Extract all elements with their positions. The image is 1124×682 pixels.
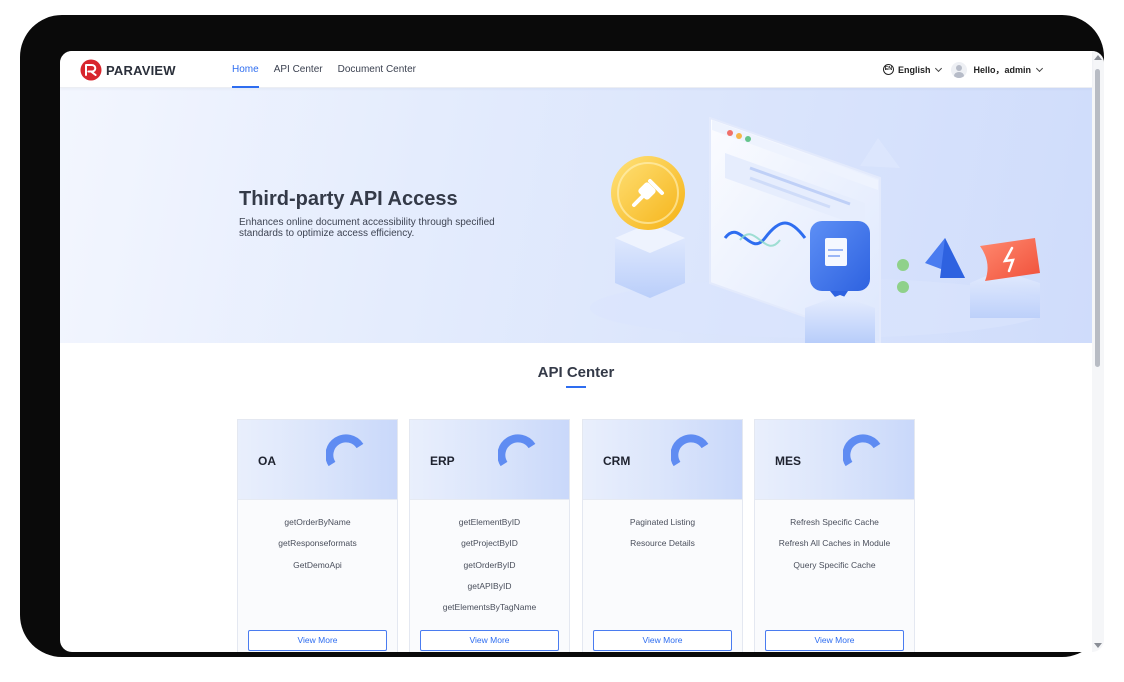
ring-decoration-icon (671, 434, 709, 467)
api-list-item[interactable]: Refresh Specific Cache (755, 512, 914, 533)
chevron-down-icon (1035, 64, 1044, 72)
section-title-underline (566, 386, 586, 388)
card-header: MES (755, 420, 914, 500)
hero-banner: Third-party API Access Enhances online d… (60, 88, 1092, 343)
api-list: getOrderByName getResponseformats GetDem… (238, 500, 397, 576)
scrollbar-thumb[interactable] (1095, 69, 1100, 367)
api-list-item[interactable]: Resource Details (583, 533, 742, 554)
brand-logo[interactable]: PARAVIEW (80, 59, 176, 81)
scroll-up-arrow-icon[interactable] (1094, 55, 1102, 60)
card-title: OA (258, 454, 276, 468)
card-header: CRM (583, 420, 742, 500)
card-title: ERP (430, 454, 455, 468)
api-list-item[interactable]: getProjectByID (410, 533, 569, 554)
view-more-button[interactable]: View More (765, 630, 904, 651)
view-more-button[interactable]: View More (593, 630, 732, 651)
language-globe-icon: EN (882, 64, 894, 75)
view-more-button[interactable]: View More (248, 630, 387, 651)
card-title: MES (775, 454, 802, 468)
hero-illustration (590, 116, 1040, 343)
browser-viewport: PARAVIEW Home API Center Document Center… (60, 51, 1104, 652)
chevron-down-icon (935, 64, 943, 72)
top-navbar: PARAVIEW Home API Center Document Center… (60, 51, 1092, 88)
nav-item-document-center[interactable]: Document Center (338, 51, 416, 88)
user-avatar-icon (951, 61, 968, 78)
device-frame: PARAVIEW Home API Center Document Center… (20, 15, 1104, 657)
user-menu[interactable]: Hello，admin (951, 61, 1044, 78)
language-selector[interactable]: EN English (882, 64, 943, 75)
nav-item-api-center[interactable]: API Center (274, 51, 323, 88)
vertical-scrollbar[interactable] (1092, 51, 1104, 652)
api-list-item[interactable]: getOrderByID (410, 555, 569, 576)
api-list-item[interactable]: getResponseformats (238, 533, 397, 554)
api-list-item[interactable]: getAPIByID (410, 576, 569, 597)
api-list-item[interactable]: getOrderByName (238, 512, 397, 533)
paraview-logo-icon (80, 59, 102, 81)
api-category-card: OA getOrderByName getResponseformats Get… (237, 419, 398, 652)
scroll-down-arrow-icon[interactable] (1094, 643, 1102, 648)
api-category-card: MES Refresh Specific Cache Refresh All C… (754, 419, 915, 652)
api-list: Paginated Listing Resource Details (583, 500, 742, 555)
card-header: OA (238, 420, 397, 500)
api-list-item[interactable]: GetDemoApi (238, 555, 397, 576)
api-list-item[interactable]: getElementsByTagName (410, 597, 569, 618)
card-title: CRM (603, 454, 631, 468)
api-list-item[interactable]: getElementByID (410, 512, 569, 533)
hero-title: Third-party API Access (239, 188, 458, 210)
hero-subtitle: Enhances online document accessibility t… (239, 217, 495, 239)
api-list-item[interactable]: Query Specific Cache (755, 555, 914, 576)
api-list: getElementByID getProjectByID getOrderBy… (410, 500, 569, 618)
ring-decoration-icon (843, 434, 881, 467)
view-more-button[interactable]: View More (420, 630, 559, 651)
api-category-card: CRM Paginated Listing Resource Details V… (582, 419, 743, 652)
header-tools: EN English Hello，admin (882, 51, 1044, 88)
api-list-item[interactable]: Paginated Listing (583, 512, 742, 533)
brand-name: PARAVIEW (106, 62, 176, 78)
ring-decoration-icon (498, 434, 536, 467)
ring-decoration-icon (326, 434, 364, 467)
nav-item-home[interactable]: Home (232, 51, 259, 88)
api-list: Refresh Specific Cache Refresh All Cache… (755, 500, 914, 576)
user-greeting: Hello，admin (973, 65, 1031, 75)
api-category-card: ERP getElementByID getProjectByID getOrd… (409, 419, 570, 652)
api-list-item[interactable]: Refresh All Caches in Module (755, 533, 914, 554)
section-title: API Center (537, 364, 615, 381)
language-label: English (897, 64, 931, 75)
main-nav: Home API Center Document Center (232, 51, 431, 88)
card-header: ERP (410, 420, 569, 500)
